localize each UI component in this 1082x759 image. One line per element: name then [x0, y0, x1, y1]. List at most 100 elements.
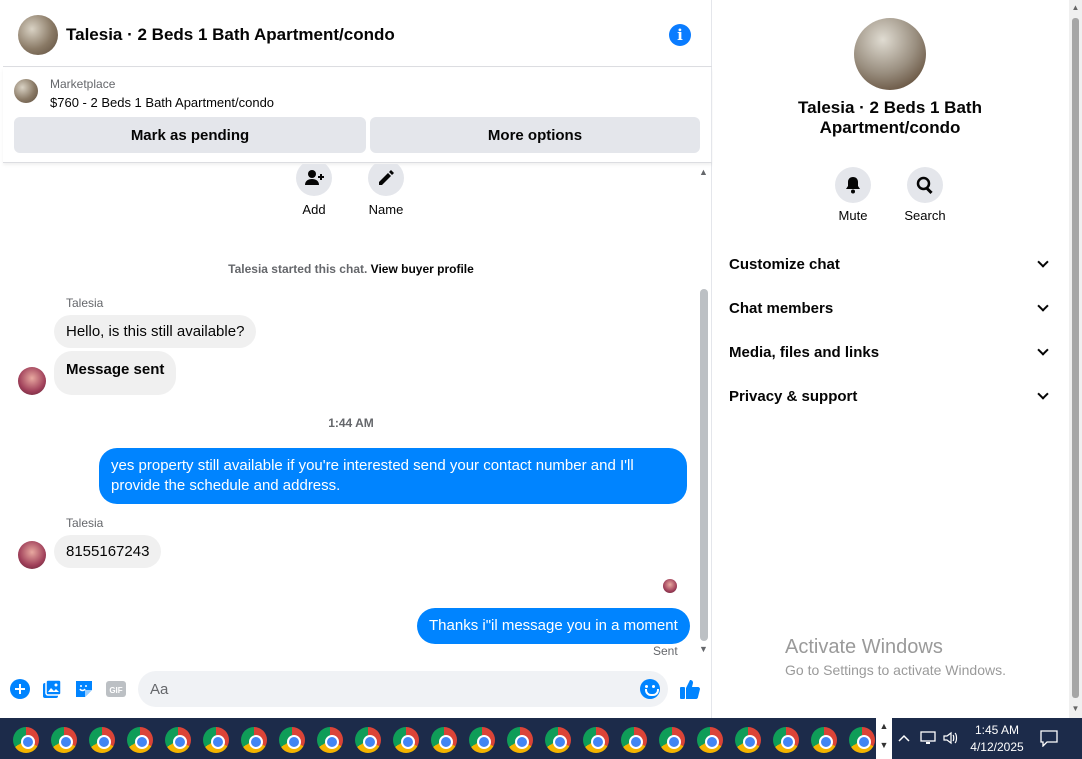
incoming-message[interactable]: Message sent — [54, 351, 177, 395]
gif-icon[interactable]: GIF — [106, 679, 126, 699]
conversation-title[interactable]: Talesia · 2 Beds 1 Bath Apartment/condo — [66, 25, 395, 45]
scroll-up-icon[interactable]: ▲ — [1069, 3, 1082, 12]
browser-taskbar-icon[interactable] — [431, 727, 457, 753]
scroll-up-icon[interactable]: ▲ — [699, 167, 708, 177]
sender-name: Talesia — [66, 516, 104, 530]
photo-icon[interactable] — [42, 679, 62, 699]
privacy-support-section[interactable]: Privacy & support — [729, 376, 1053, 416]
scroll-down-icon[interactable]: ▼ — [699, 644, 708, 654]
browser-taskbar-icon[interactable] — [735, 727, 761, 753]
window-scrollbar-thumb[interactable] — [1072, 18, 1079, 698]
chevron-down-icon — [1037, 256, 1049, 268]
add-people-button[interactable] — [296, 164, 332, 196]
mute-label: Mute — [838, 208, 868, 223]
customize-chat-section[interactable]: Customize chat — [729, 244, 1053, 284]
info-icon[interactable]: i — [669, 24, 691, 46]
network-icon[interactable] — [920, 730, 938, 746]
view-buyer-profile-link[interactable]: View buyer profile — [371, 262, 474, 276]
notifications-icon[interactable] — [1040, 730, 1058, 747]
listing-profile-image[interactable] — [854, 18, 926, 90]
search-button[interactable] — [907, 167, 943, 203]
browser-taskbar-icon[interactable] — [241, 727, 267, 753]
chevron-down-icon — [1037, 300, 1049, 312]
message-input[interactable] — [150, 671, 630, 707]
browser-taskbar-icon[interactable] — [507, 727, 533, 753]
browser-taskbar-icon[interactable] — [545, 727, 571, 753]
add-label: Add — [302, 202, 326, 217]
seen-indicator-avatar — [663, 579, 677, 593]
browser-taskbar-icon[interactable] — [811, 727, 837, 753]
section-label: Privacy & support — [729, 387, 858, 405]
system-tray: 1:45 AM 4/12/2025 — [892, 718, 1082, 759]
incoming-message[interactable]: Hello, is this still available? — [54, 315, 257, 348]
message-list: Add Name Talesia started this chat. View… — [3, 164, 712, 658]
message-scrollbar[interactable]: ▲ ▼ — [697, 164, 711, 658]
windows-taskbar: ▲ ▼ 1:45 AM 4/12/2025 — [0, 718, 1082, 759]
browser-taskbar-icon[interactable] — [51, 727, 77, 753]
browser-taskbar-icon[interactable] — [659, 727, 685, 753]
pencil-icon — [379, 170, 394, 185]
thumbs-up-icon[interactable] — [679, 678, 701, 700]
emoji-icon[interactable] — [640, 679, 660, 699]
browser-taskbar-icon[interactable] — [697, 727, 723, 753]
browser-taskbar-icon[interactable] — [203, 727, 229, 753]
search-label: Search — [904, 208, 946, 223]
browser-taskbar-icon[interactable] — [165, 727, 191, 753]
show-hidden-icons-icon[interactable] — [898, 732, 910, 744]
window-scrollbar[interactable]: ▲ ▼ — [1069, 0, 1082, 718]
activate-windows-watermark: Activate Windows Go to Settings to activ… — [785, 636, 1006, 678]
chat-members-section[interactable]: Chat members — [729, 288, 1053, 328]
taskbar-clock[interactable]: 1:45 AM 4/12/2025 — [962, 722, 1032, 756]
browser-taskbar-icon[interactable] — [279, 727, 305, 753]
browser-taskbar-icon[interactable] — [13, 727, 39, 753]
buyer-avatar[interactable] — [18, 367, 46, 395]
chevron-down-icon — [1037, 388, 1049, 400]
volume-icon[interactable] — [942, 730, 960, 746]
watermark-subtitle: Go to Settings to activate Windows. — [785, 662, 1006, 678]
outgoing-message[interactable]: yes property still available if you're i… — [99, 448, 687, 504]
taskbar-scroll[interactable]: ▲ ▼ — [876, 718, 892, 759]
plus-circle-icon[interactable] — [10, 679, 30, 699]
more-options-button[interactable]: More options — [370, 117, 700, 153]
browser-taskbar-icon[interactable] — [89, 727, 115, 753]
system-text: Talesia started this chat. — [228, 262, 368, 276]
incoming-message[interactable]: 8155167243 — [54, 535, 162, 568]
marketplace-banner: Marketplace $760 - 2 Beds 1 Bath Apartme… — [3, 68, 712, 163]
clock-time: 1:45 AM — [974, 723, 1020, 737]
section-label: Media, files and links — [729, 343, 880, 361]
browser-taskbar-icon[interactable] — [621, 727, 647, 753]
sender-name: Talesia — [66, 296, 104, 310]
outgoing-message[interactable]: Thanks i"il message you in a moment — [417, 608, 690, 644]
chevron-down-icon[interactable]: ▼ — [876, 740, 892, 750]
conversation-header: Talesia · 2 Beds 1 Bath Apartment/condo … — [3, 3, 712, 67]
sticker-icon[interactable] — [74, 679, 94, 699]
buyer-avatar[interactable] — [18, 541, 46, 569]
browser-taskbar-icon[interactable] — [469, 727, 495, 753]
browser-taskbar-icon[interactable] — [127, 727, 153, 753]
listing-price[interactable]: $760 - 2 Beds 1 Bath Apartment/condo — [50, 95, 274, 110]
chevron-down-icon — [1037, 344, 1049, 356]
message-input-wrapper — [138, 671, 668, 707]
clock-date: 4/12/2025 — [970, 740, 1024, 754]
edit-name-button[interactable] — [368, 164, 404, 196]
svg-text:GIF: GIF — [109, 686, 122, 695]
browser-taskbar-icon[interactable] — [393, 727, 419, 753]
scroll-down-icon[interactable]: ▼ — [1069, 704, 1082, 713]
browser-taskbar-icon[interactable] — [317, 727, 343, 753]
browser-taskbar-icon[interactable] — [583, 727, 609, 753]
delivery-status: Sent — [653, 644, 678, 658]
mark-as-pending-button[interactable]: Mark as pending — [14, 117, 366, 153]
listing-thumbnail[interactable] — [14, 79, 38, 103]
search-icon — [916, 176, 933, 194]
details-title: Talesia · 2 Beds 1 Bath Apartment/condo — [798, 98, 982, 137]
browser-taskbar-icon[interactable] — [355, 727, 381, 753]
browser-taskbar-icon[interactable] — [849, 727, 875, 753]
browser-taskbar-icon[interactable] — [773, 727, 799, 753]
listing-avatar[interactable] — [18, 14, 58, 55]
scrollbar-thumb[interactable] — [700, 289, 708, 641]
mute-button[interactable] — [835, 167, 871, 203]
details-panel: Talesia · 2 Beds 1 Bath Apartment/condo … — [713, 0, 1069, 718]
section-label: Chat members — [729, 299, 834, 317]
chevron-up-icon[interactable]: ▲ — [876, 721, 892, 731]
media-files-links-section[interactable]: Media, files and links — [729, 332, 1053, 372]
